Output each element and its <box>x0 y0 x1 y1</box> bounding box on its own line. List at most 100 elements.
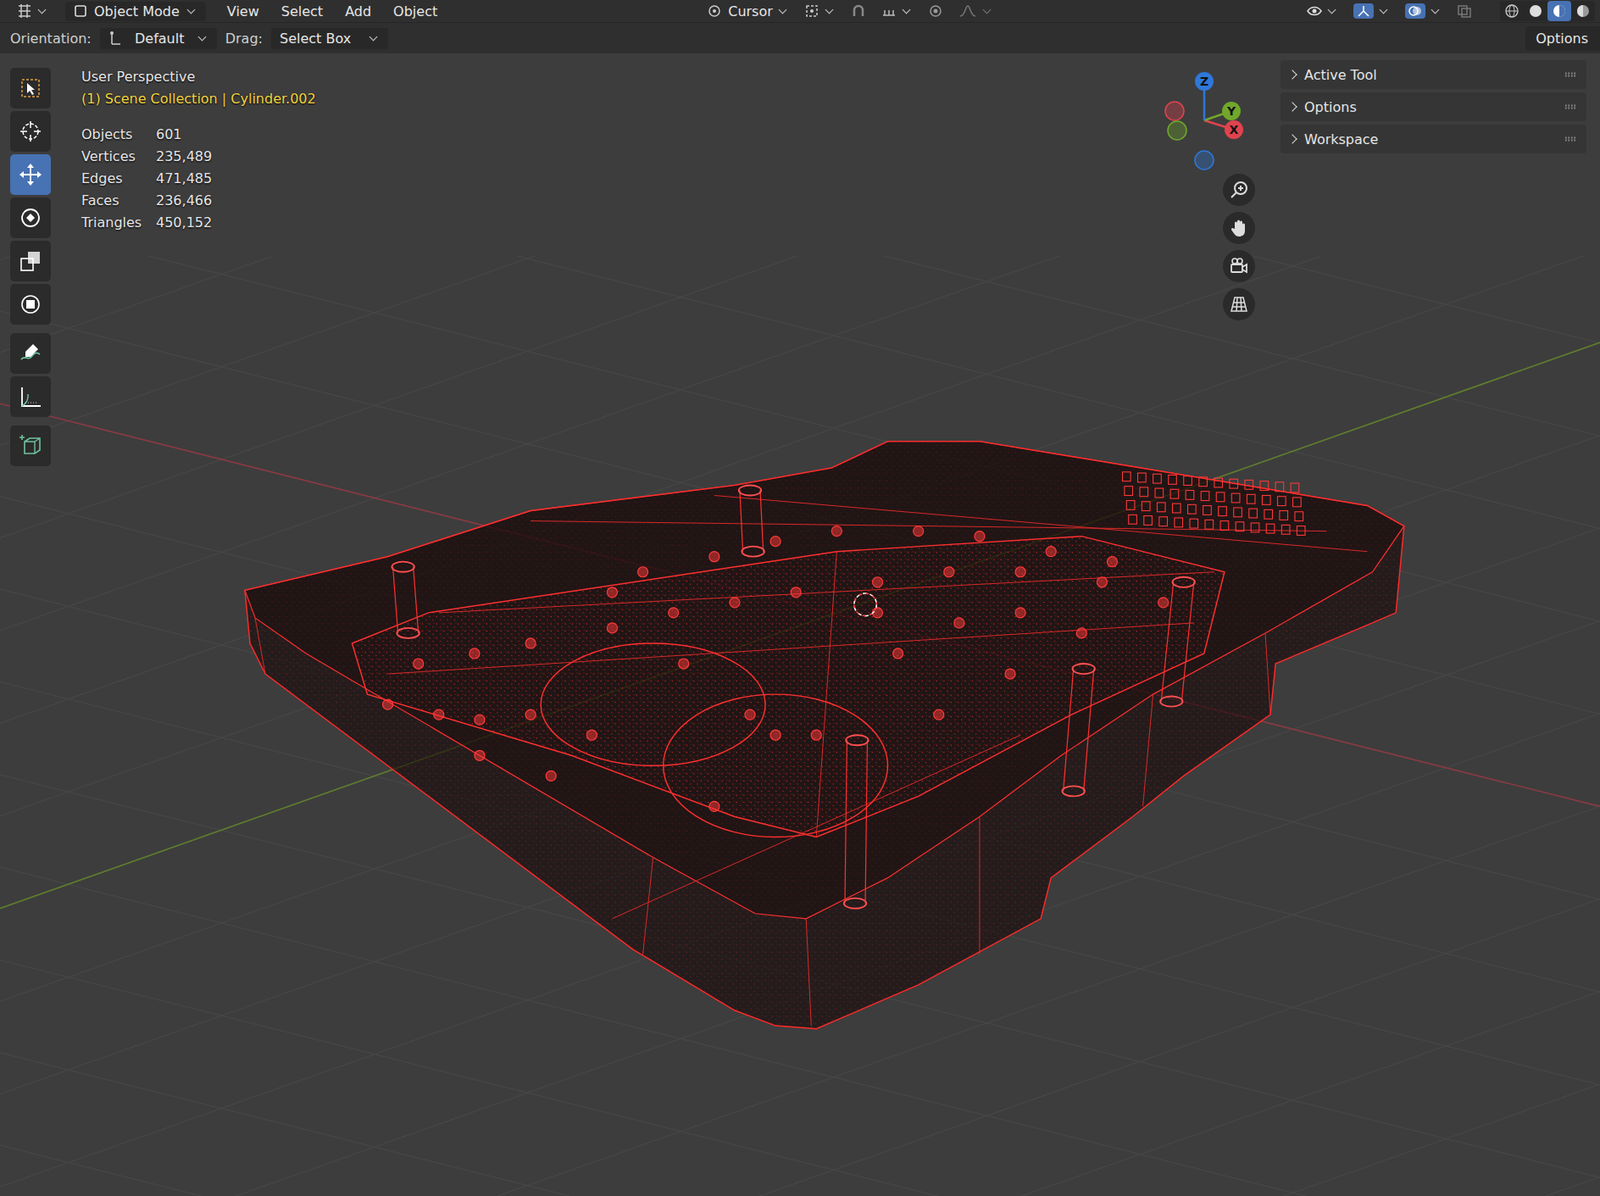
drag-handle-icon[interactable] <box>1564 104 1577 110</box>
stat-label: Faces <box>81 189 156 212</box>
navigation-buttons <box>1222 173 1256 321</box>
sidebar-panel-header[interactable]: Options <box>1280 92 1587 122</box>
camera-view-button[interactable] <box>1222 250 1256 283</box>
axis-handle[interactable]: Y <box>1222 101 1241 121</box>
tool-icon <box>17 340 44 367</box>
viewport-toggle[interactable] <box>1452 2 1477 20</box>
tool-icon <box>17 161 44 188</box>
shading-icon <box>1527 2 1545 20</box>
pivot-icon <box>705 3 723 19</box>
menu-item[interactable]: Select <box>272 2 333 21</box>
tool-button[interactable] <box>10 67 51 109</box>
viewport-toggle[interactable] <box>1400 1 1446 21</box>
collapse-arrow-icon <box>1287 69 1297 79</box>
shading-icon <box>1503 2 1521 20</box>
tool-button[interactable] <box>10 240 51 282</box>
perspective-toggle-button[interactable] <box>1222 288 1256 321</box>
chevron-icon <box>824 5 834 14</box>
stat-value: 471,485 <box>155 167 317 190</box>
tool-icon <box>17 205 44 231</box>
svg-text:Y: Y <box>1226 104 1237 118</box>
tool-button[interactable] <box>10 111 51 152</box>
drag-handle-icon[interactable] <box>1564 72 1577 78</box>
viewport-toggle[interactable] <box>1302 2 1343 20</box>
3d-viewport[interactable]: User Perspective(1) Scene Collection | C… <box>0 53 1600 1196</box>
orientation-dropdown[interactable]: Default <box>100 27 217 50</box>
tool-button[interactable] <box>10 197 51 239</box>
snap-button[interactable] <box>845 2 872 20</box>
svg-text:Z: Z <box>1200 74 1209 89</box>
falloff-button[interactable] <box>953 2 999 20</box>
drag-dropdown[interactable]: Select Box <box>271 27 389 50</box>
chevron-icon <box>369 32 378 41</box>
axis-handle[interactable]: X <box>1224 120 1244 139</box>
stat-value: 601 <box>155 123 317 146</box>
options-button[interactable]: Options <box>1525 26 1600 51</box>
axis-handle[interactable]: Z <box>1194 72 1214 91</box>
object-icon <box>73 4 88 18</box>
zoom-icon <box>1228 179 1250 200</box>
editor-type-button[interactable] <box>11 3 54 19</box>
view-name: User Perspective <box>81 66 317 89</box>
tool-group <box>10 425 51 467</box>
stat-label: Edges <box>81 167 156 190</box>
proportional-edit-button[interactable] <box>922 2 949 20</box>
shading-button[interactable] <box>1571 0 1595 22</box>
negative-axis-handle[interactable] <box>1194 150 1214 170</box>
sidebar-panel-header[interactable]: Active Tool <box>1280 60 1587 89</box>
tool-icon <box>17 248 44 274</box>
chevron-icon <box>901 5 911 14</box>
shading-button[interactable] <box>1547 0 1572 22</box>
blender-window: Object Mode ViewSelectAddObject CursorOrie… <box>0 0 1600 1196</box>
tool-group <box>10 67 51 325</box>
sidebar-panel-header[interactable]: Workspace <box>1280 124 1587 154</box>
magnet-icon <box>850 3 867 19</box>
shading-button[interactable] <box>1500 0 1524 22</box>
navigation-gizmo[interactable]: XY Z <box>1161 53 1255 177</box>
viewport-header: Object Mode ViewSelectAddObject Cursor <box>0 0 1600 23</box>
viewport-info: User Perspective(1) Scene Collection | C… <box>81 66 317 234</box>
zoom-button[interactable] <box>1222 173 1256 206</box>
chevron-icon <box>982 5 991 14</box>
negative-axis-handle[interactable] <box>1167 121 1187 140</box>
pan-button[interactable] <box>1222 211 1256 245</box>
tool-group <box>10 333 51 417</box>
stat-label: Vertices <box>81 145 156 168</box>
chevron-icon <box>1327 5 1337 14</box>
wireframe-model[interactable] <box>244 441 1405 1029</box>
tool-button[interactable] <box>10 333 51 374</box>
snap-increment-button[interactable] <box>876 2 918 20</box>
menu-item[interactable]: View <box>217 2 269 21</box>
shading-buttons <box>1500 0 1595 22</box>
chevron-icon <box>186 5 195 14</box>
chevron-icon <box>197 32 206 41</box>
tool-icon <box>17 75 44 101</box>
tool-button[interactable] <box>10 376 51 417</box>
shading-button[interactable] <box>1523 0 1548 22</box>
pivot-dropdown[interactable]: Cursor <box>700 2 795 21</box>
overlays-icon <box>1405 3 1426 19</box>
tool-icon <box>17 433 44 459</box>
stat-value: 235,489 <box>155 145 317 168</box>
collapse-arrow-icon <box>1287 133 1297 144</box>
scene-canvas[interactable] <box>0 53 1600 1196</box>
chevron-icon <box>1379 5 1389 14</box>
tool-button[interactable] <box>10 283 51 325</box>
negative-axis-handle[interactable] <box>1165 101 1184 121</box>
menu-item[interactable]: Object <box>383 2 447 21</box>
snap-target-button[interactable] <box>799 2 841 20</box>
chevron-icon <box>38 5 47 14</box>
perspective-grid-icon <box>1228 294 1250 315</box>
3d-cursor[interactable] <box>854 593 877 616</box>
drag-handle-icon[interactable] <box>1564 136 1577 142</box>
svg-text:X: X <box>1229 122 1239 137</box>
tool-button[interactable] <box>10 154 51 195</box>
tool-settings-bar: Orientation:DefaultDrag:Select BoxOption… <box>0 22 1600 54</box>
chevron-icon <box>1431 5 1440 14</box>
stat-label: Objects <box>81 123 156 146</box>
menu-item[interactable]: Add <box>335 2 381 21</box>
grid-icon <box>16 4 33 18</box>
mode-dropdown[interactable]: Object Mode <box>65 1 206 22</box>
viewport-toggle[interactable] <box>1349 1 1395 21</box>
tool-button[interactable] <box>10 425 51 467</box>
